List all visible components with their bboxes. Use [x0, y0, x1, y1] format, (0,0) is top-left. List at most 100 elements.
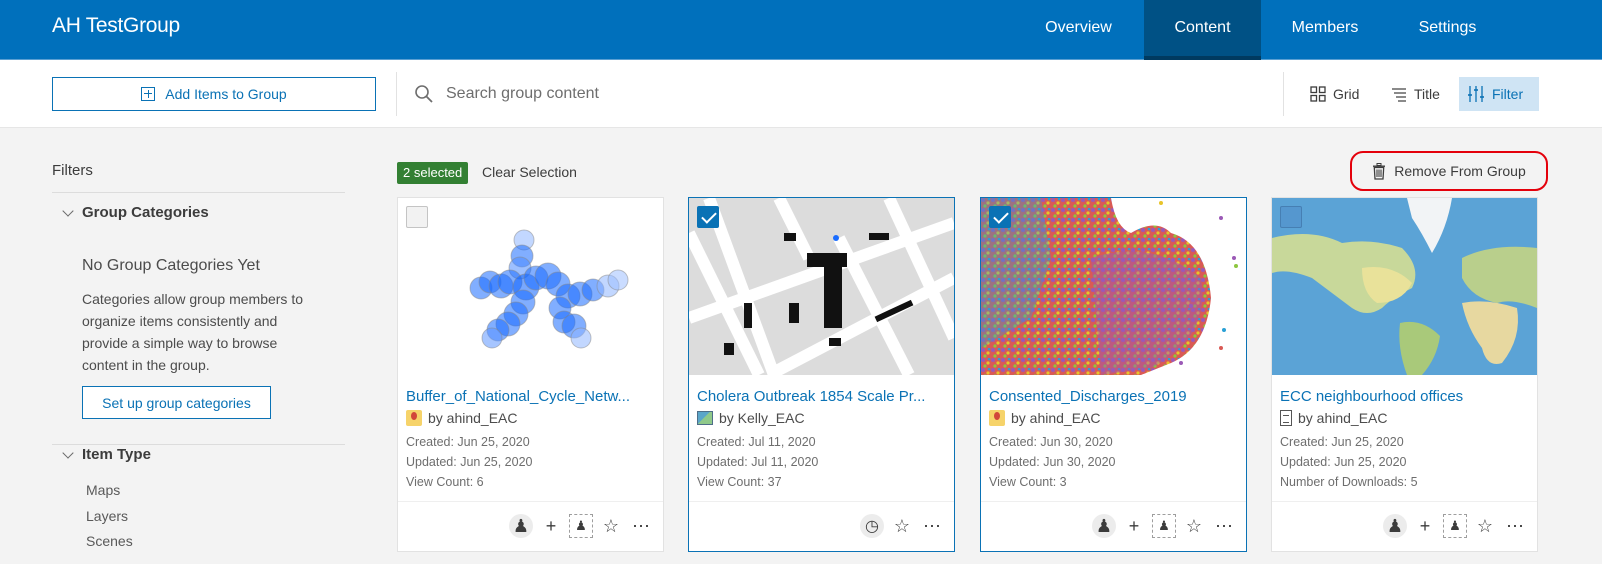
- item-title-link[interactable]: Cholera Outbreak 1854 Scale Pr...: [697, 388, 947, 405]
- filter-item-layers[interactable]: Layers: [86, 508, 128, 524]
- trash-icon: [1373, 162, 1386, 180]
- owner-text: by Kelly_EAC: [719, 410, 805, 426]
- card-footer: ♟ + ♟ ☆ ⋯: [1272, 501, 1537, 553]
- share-groups-icon[interactable]: ♟: [1443, 514, 1467, 538]
- item-card[interactable]: Cholera Outbreak 1854 Scale Pr... by Kel…: [688, 197, 955, 552]
- sharing-private-icon[interactable]: ♟: [1383, 514, 1407, 538]
- select-checkbox[interactable]: [697, 206, 719, 228]
- card-footer: ◷ ☆ ⋯: [689, 501, 954, 553]
- group-header: AH TestGroup Overview Content Members Se…: [0, 0, 1602, 60]
- search-input[interactable]: [446, 78, 1266, 110]
- add-square-icon: [141, 87, 156, 101]
- item-thumbnail[interactable]: [981, 198, 1246, 375]
- group-nav: Overview Content Members Settings: [1013, 0, 1602, 60]
- clear-selection-link[interactable]: Clear Selection: [482, 164, 577, 180]
- card-footer: ♟ + ♟ ☆ ⋯: [398, 501, 663, 553]
- owner-text: by ahind_EAC: [1298, 410, 1388, 426]
- created-date: Created: Jun 30, 2020: [989, 435, 1113, 449]
- title-label: Title: [1414, 86, 1440, 102]
- item-owner: by ahind_EAC: [406, 410, 518, 426]
- created-date: Created: Jun 25, 2020: [406, 435, 530, 449]
- add-to-map-icon[interactable]: +: [1122, 514, 1146, 538]
- sort-icon: [1392, 88, 1406, 102]
- item-thumbnail[interactable]: [398, 198, 663, 375]
- favorite-star-icon[interactable]: ☆: [1182, 514, 1206, 538]
- share-groups-icon[interactable]: ♟: [569, 514, 593, 538]
- share-groups-icon[interactable]: ♟: [1152, 514, 1176, 538]
- select-checkbox[interactable]: [989, 206, 1011, 228]
- item-card[interactable]: Buffer_of_National_Cycle_Netw... by ahin…: [397, 197, 664, 552]
- filters-heading: Filters: [52, 162, 93, 179]
- more-options-icon[interactable]: ⋯: [920, 514, 944, 538]
- updated-date: Updated: Jun 25, 2020: [1280, 455, 1407, 469]
- tab-settings[interactable]: Settings: [1389, 0, 1506, 60]
- add-to-map-icon[interactable]: +: [539, 514, 563, 538]
- select-checkbox[interactable]: [406, 206, 428, 228]
- tab-overview[interactable]: Overview: [1013, 0, 1144, 60]
- favorite-star-icon[interactable]: ☆: [599, 514, 623, 538]
- updated-date: Updated: Jun 30, 2020: [989, 455, 1116, 469]
- remove-from-group-button[interactable]: Remove From Group: [1350, 151, 1548, 191]
- filter-label: Filter: [1492, 86, 1524, 102]
- item-card[interactable]: ECC neighbourhood offices by ahind_EAC C…: [1271, 197, 1538, 552]
- updated-date: Updated: Jun 25, 2020: [406, 455, 533, 469]
- tile-layer-icon: [697, 411, 713, 425]
- add-items-button[interactable]: Add Items to Group: [52, 77, 376, 111]
- card-footer: ♟ + ♟ ☆ ⋯: [981, 501, 1246, 553]
- group-categories-toggle[interactable]: Group Categories: [62, 204, 209, 221]
- item-card[interactable]: Consented_Discharges_2019 by ahind_EAC C…: [980, 197, 1247, 552]
- world-map-thumbnail-image: [1272, 198, 1537, 375]
- feature-layer-icon: [989, 410, 1005, 426]
- item-thumbnail[interactable]: [1272, 198, 1537, 375]
- chevron-down-icon: [62, 204, 74, 217]
- download-count: Number of Downloads: 5: [1280, 475, 1418, 489]
- item-owner: by Kelly_EAC: [697, 410, 805, 426]
- view-count: View Count: 37: [697, 475, 782, 489]
- sharing-private-icon[interactable]: ♟: [509, 514, 533, 538]
- add-to-map-icon[interactable]: +: [1413, 514, 1437, 538]
- sharing-private-icon[interactable]: ♟: [1092, 514, 1116, 538]
- owner-text: by ahind_EAC: [1011, 410, 1101, 426]
- updated-date: Updated: Jul 11, 2020: [697, 455, 819, 469]
- divider: [396, 72, 397, 116]
- item-title-link[interactable]: ECC neighbourhood offices: [1280, 388, 1530, 405]
- selected-count-badge: 2 selected: [397, 162, 469, 184]
- item-owner: by ahind_EAC: [1280, 410, 1388, 426]
- buffer-thumbnail-image: [469, 229, 629, 349]
- item-thumbnail[interactable]: [689, 198, 954, 375]
- more-options-icon[interactable]: ⋯: [629, 514, 653, 538]
- filter-toggle-button[interactable]: Filter: [1459, 77, 1539, 111]
- item-title-link[interactable]: Buffer_of_National_Cycle_Netw...: [406, 388, 656, 405]
- discharges-thumbnail-image: [981, 198, 1238, 375]
- created-date: Created: Jul 11, 2020: [697, 435, 816, 449]
- grid-view-button[interactable]: Grid: [1302, 77, 1367, 111]
- divider: [52, 192, 345, 193]
- item-title-link[interactable]: Consented_Discharges_2019: [989, 388, 1239, 405]
- more-options-icon[interactable]: ⋯: [1212, 514, 1236, 538]
- select-checkbox[interactable]: [1280, 206, 1302, 228]
- cholera-map-thumbnail-image: [689, 198, 954, 375]
- favorite-star-icon[interactable]: ☆: [890, 514, 914, 538]
- item-type-toggle[interactable]: Item Type: [62, 446, 151, 463]
- divider: [52, 444, 345, 445]
- filter-item-maps[interactable]: Maps: [86, 482, 120, 498]
- document-icon: [1280, 410, 1292, 426]
- group-categories-label: Group Categories: [82, 204, 209, 221]
- favorite-star-icon[interactable]: ☆: [1473, 514, 1497, 538]
- group-title: AH TestGroup: [52, 14, 180, 37]
- item-type-label: Item Type: [82, 446, 151, 463]
- sharing-everyone-icon[interactable]: ◷: [860, 514, 884, 538]
- feature-layer-icon: [406, 410, 422, 426]
- setup-categories-button[interactable]: Set up group categories: [82, 386, 271, 419]
- sort-title-button[interactable]: Title: [1383, 77, 1448, 111]
- search-icon: [415, 85, 433, 103]
- more-options-icon[interactable]: ⋯: [1503, 514, 1527, 538]
- divider: [1283, 72, 1284, 116]
- owner-text: by ahind_EAC: [428, 410, 518, 426]
- tab-members[interactable]: Members: [1261, 0, 1389, 60]
- tab-content[interactable]: Content: [1144, 0, 1261, 60]
- add-items-label: Add Items to Group: [165, 86, 287, 102]
- item-owner: by ahind_EAC: [989, 410, 1101, 426]
- filter-item-scenes[interactable]: Scenes: [86, 533, 133, 549]
- no-categories-title: No Group Categories Yet: [82, 257, 260, 274]
